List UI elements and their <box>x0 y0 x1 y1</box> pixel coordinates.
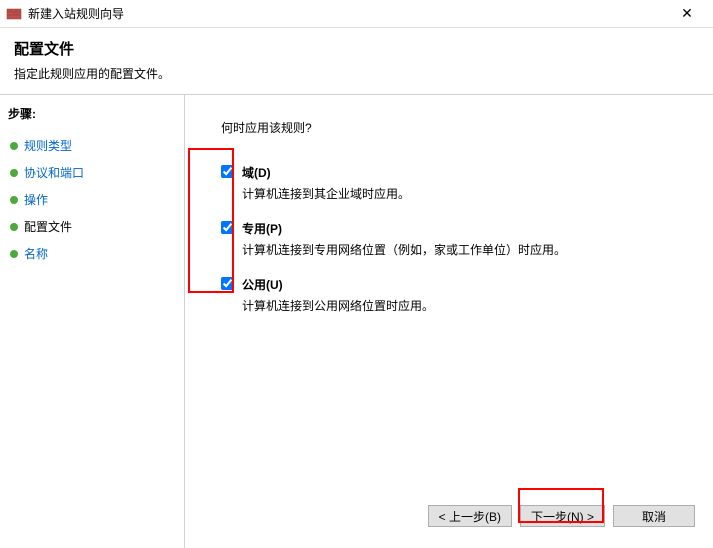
checkbox-domain[interactable] <box>221 165 234 178</box>
step-label: 名称 <box>24 245 48 262</box>
step-rule-type[interactable]: 规则类型 <box>8 132 176 159</box>
step-label: 规则类型 <box>24 137 72 154</box>
bullet-icon <box>10 223 18 231</box>
prompt-text: 何时应用该规则? <box>221 119 693 136</box>
checkbox-domain-text: 域(D) <box>242 164 271 181</box>
back-button[interactable]: < 上一步(B) <box>428 505 512 527</box>
content-area: 步骤: 规则类型 协议和端口 操作 配置文件 名称 何时应用该规则? 域(D) <box>0 95 713 548</box>
main-panel: 何时应用该规则? 域(D) 计算机连接到其企业域时应用。 专用(P) 计算机连接… <box>185 95 713 548</box>
wizard-header: 配置文件 指定此规则应用的配置文件。 <box>0 28 713 95</box>
button-bar: < 上一步(B) 下一步(N) > 取消 <box>428 505 695 527</box>
step-action[interactable]: 操作 <box>8 186 176 213</box>
steps-heading: 步骤: <box>8 105 176 122</box>
checkbox-domain-label[interactable]: 域(D) <box>221 164 603 181</box>
page-title: 配置文件 <box>14 38 699 59</box>
checkbox-private-desc: 计算机连接到专用网络位置（例如，家或工作单位）时应用。 <box>242 241 603 258</box>
steps-sidebar: 步骤: 规则类型 协议和端口 操作 配置文件 名称 <box>0 95 185 548</box>
checkbox-public-row: 公用(U) 计算机连接到公用网络位置时应用。 <box>221 276 693 314</box>
bullet-icon <box>10 142 18 150</box>
checkbox-public-desc: 计算机连接到公用网络位置时应用。 <box>242 297 603 314</box>
checkbox-private-label[interactable]: 专用(P) <box>221 220 603 237</box>
cancel-button[interactable]: 取消 <box>613 505 695 527</box>
checkbox-private[interactable] <box>221 221 234 234</box>
next-button[interactable]: 下一步(N) > <box>520 505 605 527</box>
window-title: 新建入站规则向导 <box>28 5 667 22</box>
bullet-icon <box>10 250 18 258</box>
step-label: 配置文件 <box>24 218 72 235</box>
checkbox-private-row: 专用(P) 计算机连接到专用网络位置（例如，家或工作单位）时应用。 <box>221 220 693 258</box>
checkbox-private-text: 专用(P) <box>242 220 282 237</box>
step-profile[interactable]: 配置文件 <box>8 213 176 240</box>
close-button[interactable]: ✕ <box>667 0 707 28</box>
bullet-icon <box>10 196 18 204</box>
checkbox-public-text: 公用(U) <box>242 276 283 293</box>
checkbox-public-label[interactable]: 公用(U) <box>221 276 603 293</box>
step-protocol-ports[interactable]: 协议和端口 <box>8 159 176 186</box>
checkbox-domain-desc: 计算机连接到其企业域时应用。 <box>242 185 603 202</box>
step-name[interactable]: 名称 <box>8 240 176 267</box>
step-label: 操作 <box>24 191 48 208</box>
titlebar: 新建入站规则向导 ✕ <box>0 0 713 28</box>
step-label: 协议和端口 <box>24 164 84 181</box>
checkbox-domain-row: 域(D) 计算机连接到其企业域时应用。 <box>221 164 693 202</box>
checkbox-public[interactable] <box>221 277 234 290</box>
firewall-icon <box>6 6 22 22</box>
bullet-icon <box>10 169 18 177</box>
page-subtitle: 指定此规则应用的配置文件。 <box>14 65 699 82</box>
